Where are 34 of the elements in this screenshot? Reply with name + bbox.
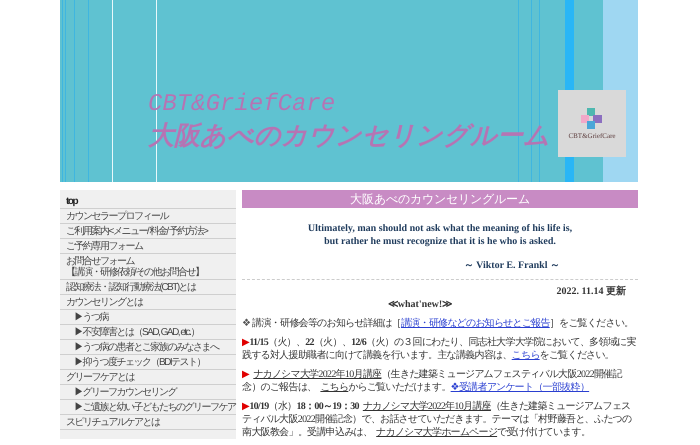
sidebar-item[interactable]: 認知療法・認知行動療法(CBT)とは (60, 280, 236, 295)
sidebar-item-sublabel: 【講演・研修依頼/その他お問合せ】 (66, 266, 204, 278)
sidebar-item[interactable]: カウンセラープロフィール (60, 209, 236, 224)
section-heading: 大阪あべのカウンセリングルーム (242, 190, 638, 208)
text-link[interactable]: ❖受講者アンケート（一部抜粋） (450, 382, 590, 393)
news-item: ▶ ナカノシマ大学2022年10月講座（生きた建築ミュージアムフェスティバル大阪2022開催記念）のご報告は、 こちらからご覧いただけます。❖受講者アンケート（一部抜粋） (242, 368, 624, 394)
sidebar-item[interactable]: ▶抑うつ度チェック（BDIテスト） (60, 355, 236, 370)
sidebar-item[interactable]: top (60, 194, 236, 209)
text-link[interactable]: ナカノシマ大学2022年10月講座 (253, 369, 382, 380)
news-item: ▶11/15（火）、22（火）、12/6（火）の３回にわたり、同志社大学大学院において、多領域に実践する対人援助職者に向けて講義を行います。主な講義内容は、こちらをご覧ください。 (242, 336, 637, 362)
sidebar-item[interactable]: お問合せフォーム 【講演・研修依頼/その他お問合せ】 (60, 254, 236, 280)
puzzle-icon (581, 108, 603, 130)
sidebar-item[interactable]: カウンセリングとは (60, 295, 236, 310)
sidebar-item[interactable]: ご利用案内<メニュー/ 料金/ 予約方法> (60, 224, 236, 239)
sidebar-item[interactable]: ▶うつ病 (60, 310, 236, 325)
sidebar-item[interactable]: ご予約専用フォーム (60, 239, 236, 254)
sidebar-item[interactable]: ▶ご遺族と幼い子どもたちのグリーフケア (60, 400, 236, 415)
news-item: ❖ 講演・研修会等のお知らせ詳細は［講演・研修などのお知らせとご報告］をご覧ください。 (242, 317, 634, 330)
sidebar-item[interactable]: スピリチュアルケアとは (60, 415, 236, 430)
sidebar-item-label: お問合せフォーム (66, 256, 136, 266)
update-date: 2022. 11.14 更新 (556, 284, 627, 299)
sidebar-item[interactable]: ▶うつ病の患者とご家族のみなさまへ (60, 340, 236, 355)
text-link[interactable]: 講演・研修などのお知らせとご報告 (400, 318, 550, 329)
sidebar-item[interactable]: グリーフケアとは (60, 370, 236, 385)
text-link[interactable]: こちら (320, 382, 348, 393)
text-link[interactable]: こちら (512, 350, 540, 361)
quote: Ultimately, man should not ask what the meaning of his life is, but rather he must recognize that it is he who is asked. (306, 222, 574, 248)
quote-author: ～ Viktor E. Frankl ～ (462, 259, 561, 273)
text-link[interactable]: ナカノシマ大学2022年10月講座 (362, 401, 491, 412)
news-heading: ≪what'new!≫ (386, 299, 454, 311)
sidebar-item[interactable]: ▶グリーフカウンセリング (60, 385, 236, 400)
text-link[interactable]: ナカノシマ大学ホームページ (376, 427, 498, 438)
sidebar-item[interactable]: ▶不安障害とは（SAD, GAD, etc.） (60, 325, 236, 340)
news-item: ▶10/19（水）18：00～19：30 ナカノシマ大学2022年10月講座（生きた建築ミュージアムフェスティバル大阪2022開催記念）で、お話させていただきます。テーマは「村野藤吾と、ふたつの南大阪教会」。受講申込みは、 ナカノシマ大学ホームページで受け付けています。 (242, 400, 632, 439)
